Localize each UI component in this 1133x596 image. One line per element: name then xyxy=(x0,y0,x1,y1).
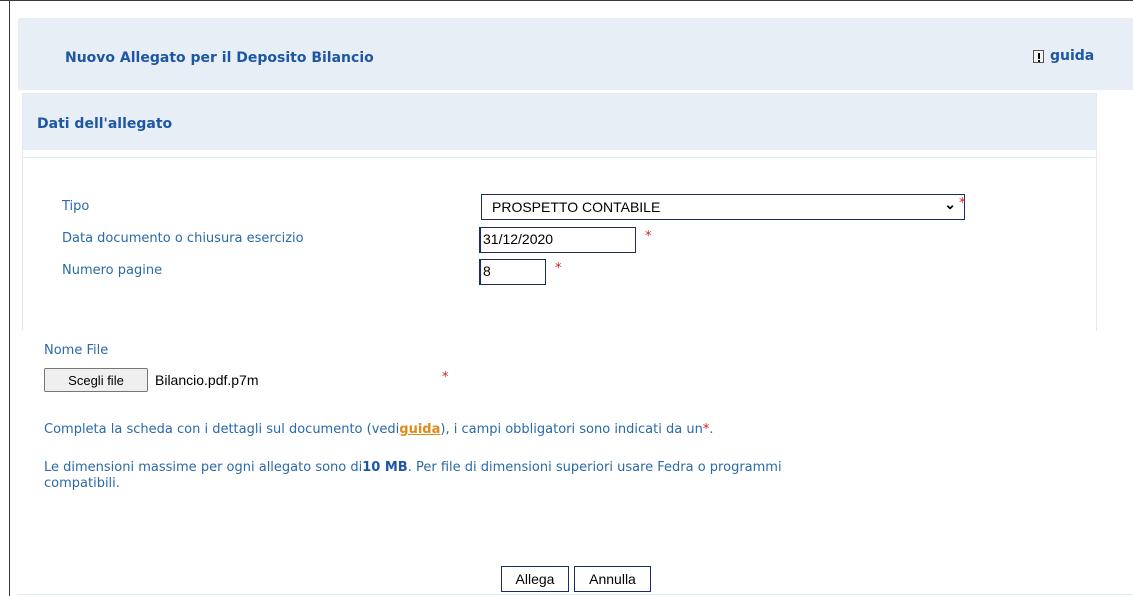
tipo-selected-value: PROSPETTO CONTABILE xyxy=(492,199,661,215)
max-size-value: 10 MB xyxy=(362,460,408,475)
panel-header: Nuovo Allegato per il Deposito Bilancio … xyxy=(18,18,1133,90)
info-text: . Per file di dimensioni superiori usare… xyxy=(407,460,782,475)
pagine-required-mark: * xyxy=(555,261,562,276)
window-left-border xyxy=(9,0,10,596)
data-documento-field[interactable]: 31/12/2020 xyxy=(479,227,636,253)
data-label: Data documento o chiusura esercizio xyxy=(62,231,304,246)
pagine-label: Numero pagine xyxy=(62,263,163,278)
data-documento-value: 31/12/2020 xyxy=(483,231,554,247)
annulla-button[interactable]: Annulla xyxy=(574,566,651,592)
data-required-mark: * xyxy=(645,229,652,244)
guida-link[interactable]: guida xyxy=(1033,48,1094,64)
file-label: Nome File xyxy=(44,343,109,358)
tipo-required-mark: * xyxy=(959,196,966,211)
selected-file-name: Bilancio.pdf.p7m xyxy=(155,372,259,388)
tipo-label: Tipo xyxy=(62,199,90,214)
exclamation-icon xyxy=(1033,49,1044,63)
info-paragraph-1: Completa la scheda con i dettagli sul do… xyxy=(44,422,713,438)
numero-pagine-field[interactable]: 8 xyxy=(479,259,546,285)
numero-pagine-value: 8 xyxy=(483,263,491,279)
info-text: ), i campi obbligatori sono indicati da … xyxy=(440,422,703,437)
section-title: Dati dell'allegato xyxy=(37,116,173,132)
info-text: Completa la scheda con i dettagli sul do… xyxy=(44,422,400,437)
window-top-border xyxy=(0,0,1133,1)
guida-label: guida xyxy=(1050,48,1095,64)
choose-file-button[interactable]: Scegli file xyxy=(44,368,148,392)
info-paragraph-2: Le dimensioni massime per ogni allegato … xyxy=(44,460,782,492)
file-required-mark: * xyxy=(442,370,449,385)
section-header: Dati dell'allegato xyxy=(23,94,1096,150)
chevron-down-icon: ⌄ xyxy=(944,196,956,212)
info-text: compatibili. xyxy=(44,476,120,491)
panel-bottom-border xyxy=(18,594,1133,595)
page-title: Nuovo Allegato per il Deposito Bilancio xyxy=(65,50,374,66)
info-text: . xyxy=(709,422,714,437)
tipo-select[interactable]: PROSPETTO CONTABILE ⌄ xyxy=(481,194,965,220)
info-text: Le dimensioni massime per ogni allegato … xyxy=(44,460,363,475)
allega-button[interactable]: Allega xyxy=(501,566,569,592)
guida-inline-link[interactable]: guida xyxy=(399,422,440,437)
